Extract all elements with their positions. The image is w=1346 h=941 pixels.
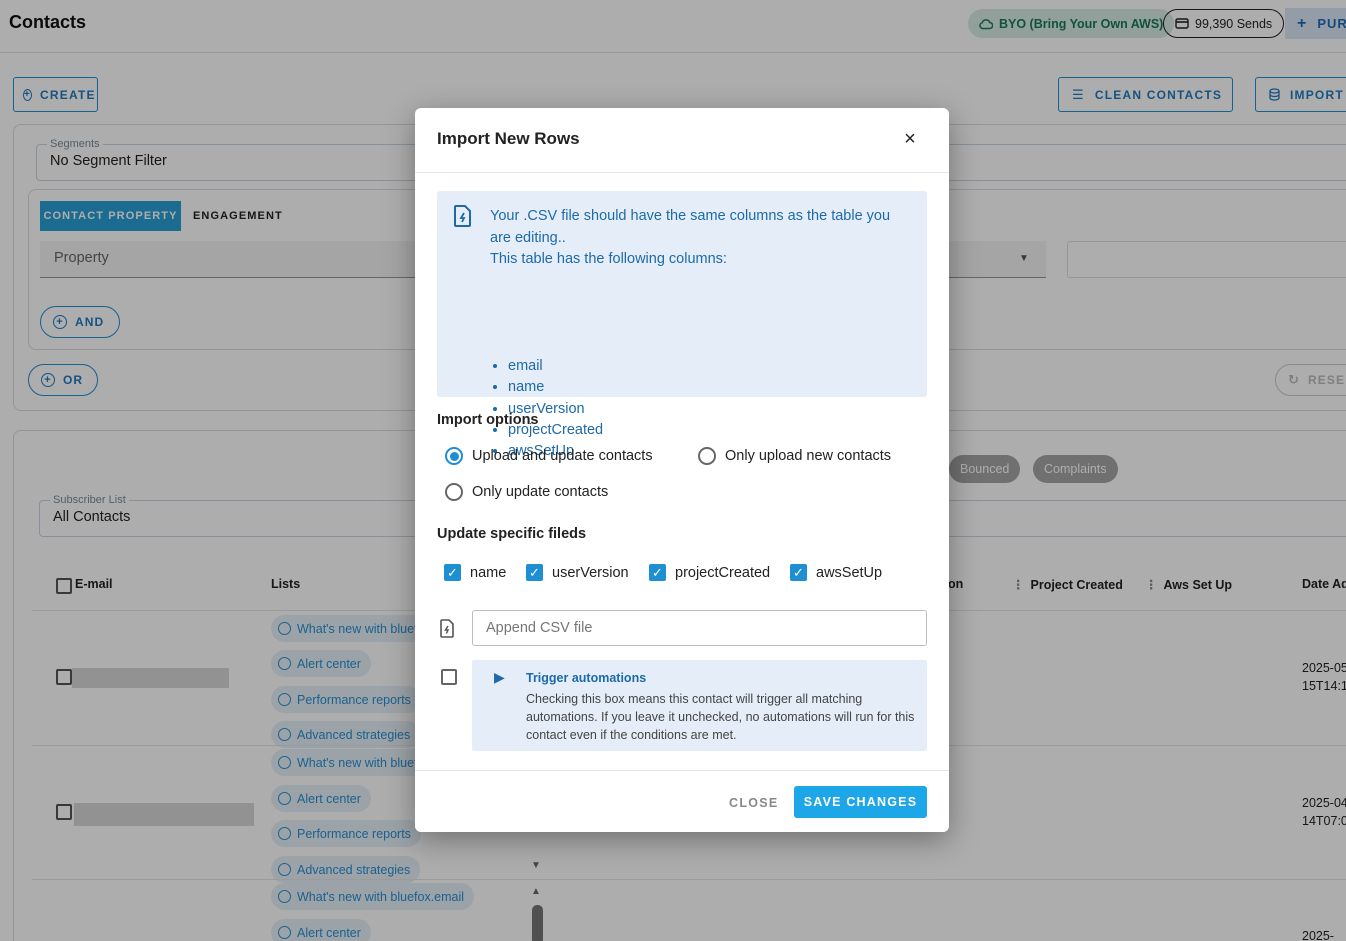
trigger-description: Checking this box means this contact wil… xyxy=(526,692,915,742)
import-modal: Import New Rows × Your .CSV file should … xyxy=(415,108,949,832)
play-icon: ▶ xyxy=(494,669,505,685)
modal-title: Import New Rows xyxy=(437,129,580,148)
csv-info-box: Your .CSV file should have the same colu… xyxy=(437,191,927,459)
checkmark-icon: ✓ xyxy=(526,564,543,581)
field-label: projectCreated xyxy=(675,564,771,581)
checkmark-icon: ✓ xyxy=(790,564,807,581)
radio-unchecked-icon xyxy=(445,483,463,501)
trigger-automations-checkbox[interactable] xyxy=(441,669,457,685)
radio-label: Only update contacts xyxy=(472,484,609,500)
csv-file-icon xyxy=(454,205,471,227)
info-line-1: Your .CSV file should have the same colu… xyxy=(490,208,891,246)
radio-label: Upload and update contacts xyxy=(472,448,653,464)
radio-upload-update[interactable]: Upload and update contacts xyxy=(445,447,653,465)
file-attach-icon[interactable] xyxy=(440,619,455,638)
trigger-automations-box: ▶ Trigger automations Checking this box … xyxy=(472,660,927,751)
radio-checked-icon xyxy=(445,447,463,465)
checkmark-icon: ✓ xyxy=(444,564,461,581)
info-text: Your .CSV file should have the same colu… xyxy=(490,206,915,271)
info-line-2: This table has the following columns: xyxy=(490,251,727,267)
modal-footer: CLOSE SAVE CHANGES xyxy=(415,770,949,832)
radio-label: Only upload new contacts xyxy=(725,448,892,464)
import-options-title: Import options xyxy=(437,412,539,428)
field-checkbox-awssetup[interactable]: ✓ awsSetUp xyxy=(790,564,882,581)
radio-update-only[interactable]: Only update contacts xyxy=(445,483,608,501)
close-icon[interactable]: × xyxy=(899,128,921,150)
trigger-title: Trigger automations xyxy=(526,671,647,685)
field-checkbox-userversion[interactable]: ✓ userVersion xyxy=(526,564,629,581)
modal-header: Import New Rows × xyxy=(415,108,949,173)
csv-file-input[interactable] xyxy=(472,610,927,646)
field-label: userVersion xyxy=(552,564,629,581)
column-item: email xyxy=(508,356,603,377)
close-button[interactable]: CLOSE xyxy=(729,796,779,810)
field-checkbox-name[interactable]: ✓ name xyxy=(444,564,506,581)
field-label: name xyxy=(470,564,507,581)
save-changes-button[interactable]: SAVE CHANGES xyxy=(794,786,927,818)
field-checkbox-projectcreated[interactable]: ✓ projectCreated xyxy=(649,564,770,581)
field-label: awsSetUp xyxy=(816,564,883,581)
column-item: name xyxy=(508,377,603,398)
radio-upload-new[interactable]: Only upload new contacts xyxy=(698,447,891,465)
update-fields-title: Update specific fileds xyxy=(437,526,587,542)
checkmark-icon: ✓ xyxy=(649,564,666,581)
radio-unchecked-icon xyxy=(698,447,716,465)
